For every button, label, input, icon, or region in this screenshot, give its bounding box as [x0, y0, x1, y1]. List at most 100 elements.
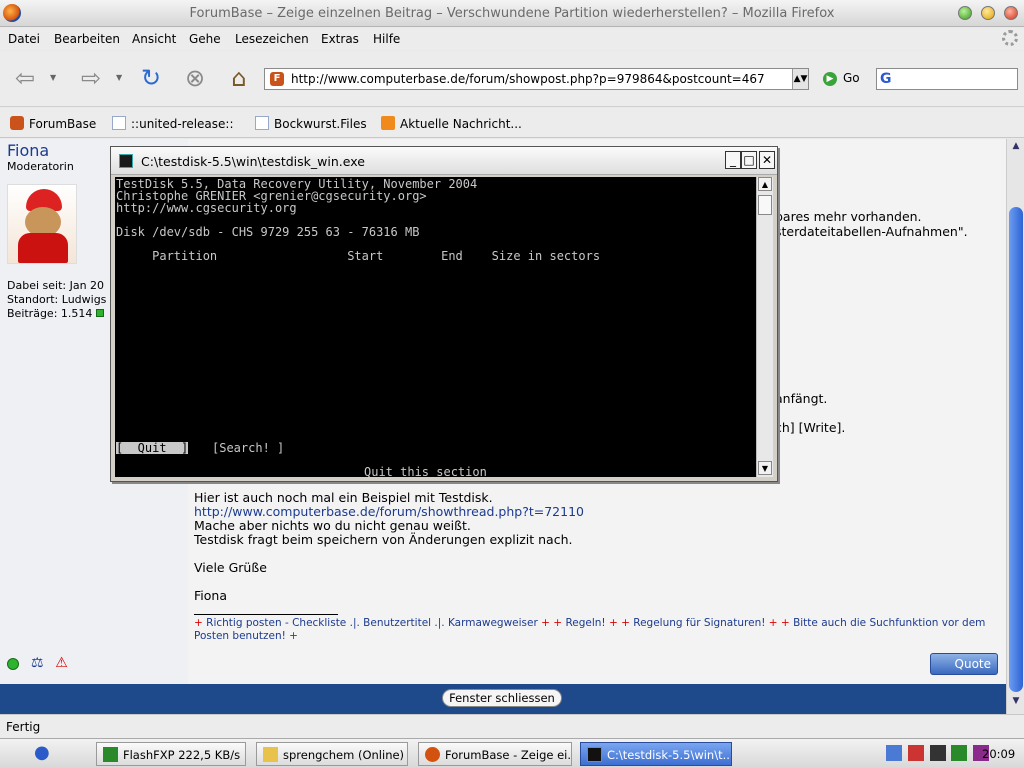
quote-button[interactable]: Quote [930, 653, 998, 675]
post-text-fragment: anfängt. [775, 391, 828, 406]
post-signoff: Fiona [194, 588, 227, 603]
taskbar: ● FlashFXP 222,5 KB/s ... sprengchem (On… [0, 738, 1024, 768]
user-info: Dabei seit: Jan 20 Standort: Ludwigs Bei… [7, 279, 106, 321]
system-tray [886, 745, 991, 761]
forumbase-icon [10, 116, 24, 130]
task-sprengchem[interactable]: sprengchem (Online) ... [256, 742, 408, 766]
scroll-down-arrow-icon[interactable]: ▼ [1009, 696, 1023, 710]
quit-menu-option[interactable]: [ Quit ] [116, 442, 189, 454]
antivirus-icon[interactable] [907, 745, 924, 761]
task-flashfxp[interactable]: FlashFXP 222,5 KB/s ... [96, 742, 246, 766]
post-username[interactable]: Fiona [7, 141, 49, 160]
scroll-up-arrow-icon[interactable]: ▲ [1009, 141, 1023, 155]
window-title: ForumBase – Zeige einzelnen Beitrag – Ve… [189, 6, 835, 21]
go-icon: ▶ [823, 71, 837, 86]
navigation-toolbar: ⇦ ▼ ⇨ ▼ ↻ ⊗ ⌂ F http://www.computerbase.… [0, 51, 1024, 107]
testdisk-console-window: C:\testdisk-5.5\win\testdisk_win.exe _ □… [110, 146, 778, 482]
search-input[interactable]: G [876, 68, 1018, 90]
go-button[interactable]: ▶ Go [823, 71, 860, 89]
scrollbar-thumb[interactable] [1009, 207, 1023, 692]
stop-icon[interactable]: ⊗ [182, 65, 208, 91]
clock: 20:09 [982, 747, 1016, 761]
post-text-fragment: sterdateitabellen-Aufnahmen". [775, 224, 968, 239]
page-icon [255, 116, 269, 130]
menu-ansicht[interactable]: Ansicht [132, 32, 176, 46]
menu-gehe[interactable]: Gehe [189, 32, 221, 46]
console-scroll-up-icon[interactable]: ▲ [758, 177, 772, 191]
post-line: Hier ist auch noch mal ein Beispiel mit … [194, 490, 493, 505]
signature-divider [194, 614, 338, 615]
page-scrollbar[interactable]: ▲ ▼ [1006, 139, 1024, 714]
signature-link-checklist[interactable]: Richtig posten - Checkliste .|. Benutzer… [206, 617, 538, 629]
menu-extras[interactable]: Extras [321, 32, 359, 46]
console-minimize-button[interactable]: _ [725, 151, 741, 169]
zoom-window-button[interactable] [958, 6, 972, 20]
address-url: http://www.computerbase.de/forum/showpos… [291, 72, 765, 86]
window-titlebar: ForumBase – Zeige einzelnen Beitrag – Ve… [0, 0, 1024, 27]
menu-bearbeiten[interactable]: Bearbeiten [54, 32, 120, 46]
forward-arrow-icon[interactable]: ⇨ [78, 65, 104, 91]
console-title: C:\testdisk-5.5\win\testdisk_win.exe [141, 154, 365, 169]
user-location: Standort: Ludwigs [7, 293, 107, 306]
console-titlebar: C:\testdisk-5.5\win\testdisk_win.exe _ □… [111, 147, 777, 175]
console-close-button[interactable]: ✕ [759, 151, 775, 169]
search-menu-option[interactable]: [Search! ] [212, 442, 284, 454]
back-history-dropdown[interactable]: ▼ [50, 73, 60, 82]
user-joined: Dabei seit: Jan 20 [7, 279, 105, 292]
report-warning-icon[interactable]: ⚠ [55, 655, 68, 671]
signature-link-regeln[interactable]: Regeln! [565, 617, 605, 629]
console-maximize-button[interactable]: □ [741, 151, 757, 169]
network-icon[interactable] [886, 745, 902, 761]
menu-hilfe[interactable]: Hilfe [373, 32, 400, 46]
rss-feed-icon [381, 116, 395, 130]
console-scroll-down-icon[interactable]: ▼ [758, 461, 772, 475]
testdisk-thread-link[interactable]: http://www.computerbase.de/forum/showthr… [194, 504, 584, 519]
task-forumbase[interactable]: ForumBase - Zeige ei... [418, 742, 572, 766]
minimize-window-button[interactable] [981, 6, 995, 20]
close-window-link-button[interactable]: Fenster schliessen [442, 689, 562, 707]
post-text-fragment: ch] [Write]. [775, 420, 846, 435]
tray-app-icon[interactable] [951, 745, 968, 761]
google-search-icon: G [880, 71, 892, 87]
console-scrollbar-thumb[interactable] [758, 195, 772, 215]
home-icon[interactable]: ⌂ [226, 65, 252, 91]
reload-icon[interactable]: ↻ [138, 65, 164, 91]
terminal-hint: Quit this section [364, 465, 487, 477]
tray-app-icon[interactable] [929, 745, 946, 761]
terminal-line: Disk /dev/sdb - CHS 9729 255 63 - 76316 … [116, 225, 420, 239]
bookmark-united-release[interactable]: ::united-release:: [112, 116, 234, 131]
console-icon [587, 747, 602, 762]
bookmark-aktuelle-nachrichten[interactable]: Aktuelle Nachricht... [381, 116, 522, 131]
console-scrollbar[interactable]: ▲ ▼ [756, 177, 773, 477]
forward-history-dropdown[interactable]: ▼ [116, 73, 126, 82]
status-text: Fertig [6, 720, 41, 734]
signature-link-signaturen[interactable]: Regelung für Signaturen! [633, 617, 765, 629]
post-line: Mache aber nichts wo du nicht genau weiß… [194, 518, 471, 533]
back-arrow-icon[interactable]: ⇦ [12, 65, 38, 91]
close-window-button[interactable] [1004, 6, 1018, 20]
throbber-icon [1002, 30, 1018, 46]
address-history-dropdown[interactable]: ▲▼ [792, 69, 808, 89]
user-post-count: Beiträge: 1.514 [7, 307, 106, 321]
karma-scale-icon[interactable]: ⚖ [31, 655, 44, 671]
menu-bar: Datei Bearbeiten Ansicht Gehe Lesezeiche… [0, 28, 1024, 50]
signature: + Richtig posten - Checkliste .|. Benutz… [194, 617, 986, 642]
partition-table-header: Partition Start End Size in sectors [116, 249, 601, 263]
task-testdisk[interactable]: C:\testdisk-5.5\win\t... [580, 742, 732, 766]
console-icon [119, 154, 133, 168]
menu-datei[interactable]: Datei [8, 32, 40, 46]
apple-menu-icon[interactable]: ● [34, 744, 52, 762]
bookmark-bockwurst-files[interactable]: Bockwurst.Files [255, 116, 367, 131]
bookmarks-toolbar: ForumBase ::united-release:: Bockwurst.F… [0, 108, 1024, 138]
address-bar[interactable]: F http://www.computerbase.de/forum/showp… [264, 68, 809, 90]
terminal-screen[interactable]: TestDisk 5.5, Data Recovery Utility, Nov… [115, 177, 756, 477]
status-bar: Fertig [0, 714, 1024, 738]
go-label: Go [843, 71, 860, 85]
flashfxp-icon [103, 747, 118, 762]
bookmark-forumbase[interactable]: ForumBase [10, 116, 96, 131]
online-status-icon [7, 657, 19, 670]
post-line: Testdisk fragt beim speichern von Änderu… [194, 532, 573, 547]
menu-lesezeichen[interactable]: Lesezeichen [235, 32, 309, 46]
messenger-icon [263, 747, 278, 762]
firefox-icon [425, 747, 440, 762]
